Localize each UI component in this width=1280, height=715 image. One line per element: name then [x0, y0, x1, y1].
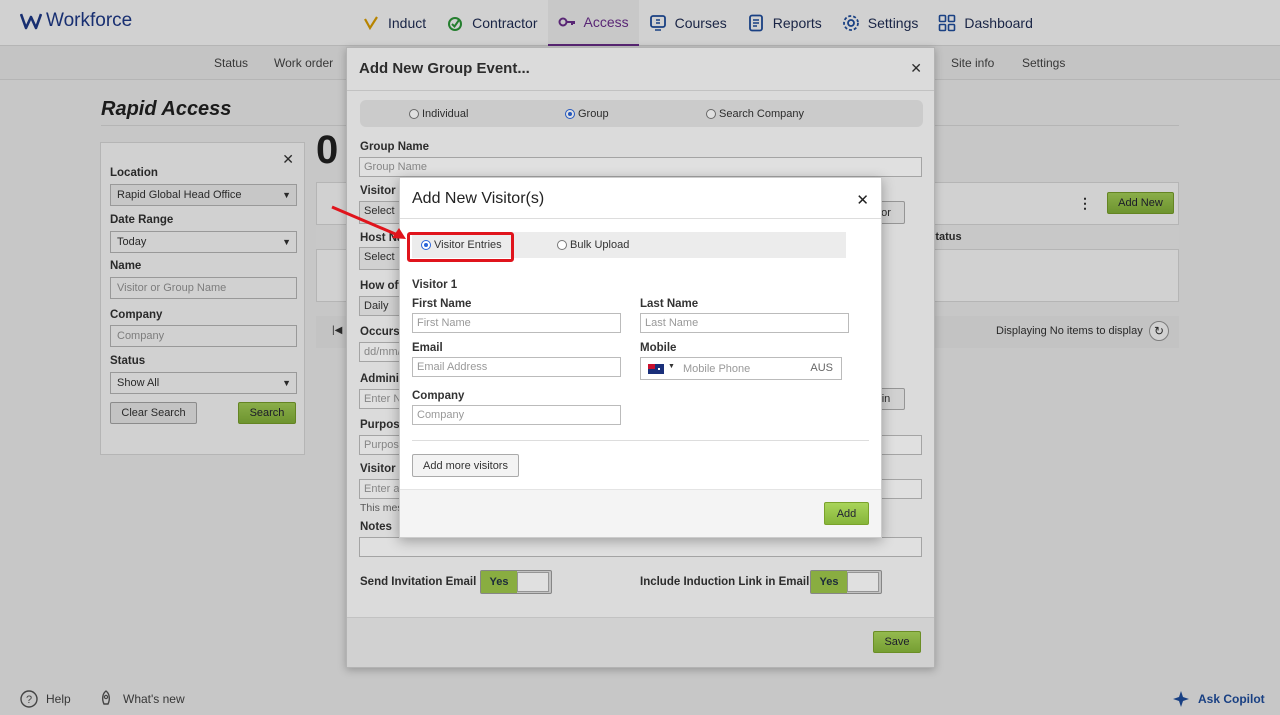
email-label: Email [412, 342, 443, 354]
chevron-down-icon[interactable]: ▼ [668, 363, 675, 370]
add-visitor-dialog: Add New Visitor(s) ✕ Visitor Entries Bul… [399, 177, 882, 538]
email-input[interactable]: Email Address [412, 357, 621, 377]
dialog-title: Add New Visitor(s) [412, 190, 545, 207]
highlight-box [407, 232, 514, 262]
radio-bulk-upload[interactable]: Bulk Upload [557, 239, 629, 251]
dialog-footer: Add [400, 489, 881, 537]
mobile-country-code: AUS [810, 362, 833, 374]
add-button[interactable]: Add [824, 502, 869, 525]
last-name-label: Last Name [640, 298, 699, 310]
close-icon[interactable]: ✕ [856, 191, 869, 209]
first-name-input[interactable]: First Name [412, 313, 621, 333]
radio-icon [557, 240, 567, 250]
mobile-label: Mobile [640, 342, 677, 354]
visitor-section-title: Visitor 1 [412, 279, 458, 291]
australia-flag-icon[interactable] [648, 364, 664, 374]
first-name-label: First Name [412, 298, 472, 310]
mobile-field: ▼ Mobile Phone AUS [640, 357, 842, 380]
add-more-visitors-button[interactable]: Add more visitors [412, 454, 519, 477]
annotation-arrow-icon [331, 205, 406, 239]
divider [400, 218, 881, 219]
last-name-input[interactable]: Last Name [640, 313, 849, 333]
company-input[interactable]: Company [412, 405, 621, 425]
radio-label: Bulk Upload [570, 239, 630, 251]
mobile-input[interactable]: Mobile Phone [683, 363, 750, 375]
company-label: Company [412, 390, 465, 402]
divider [412, 440, 869, 441]
